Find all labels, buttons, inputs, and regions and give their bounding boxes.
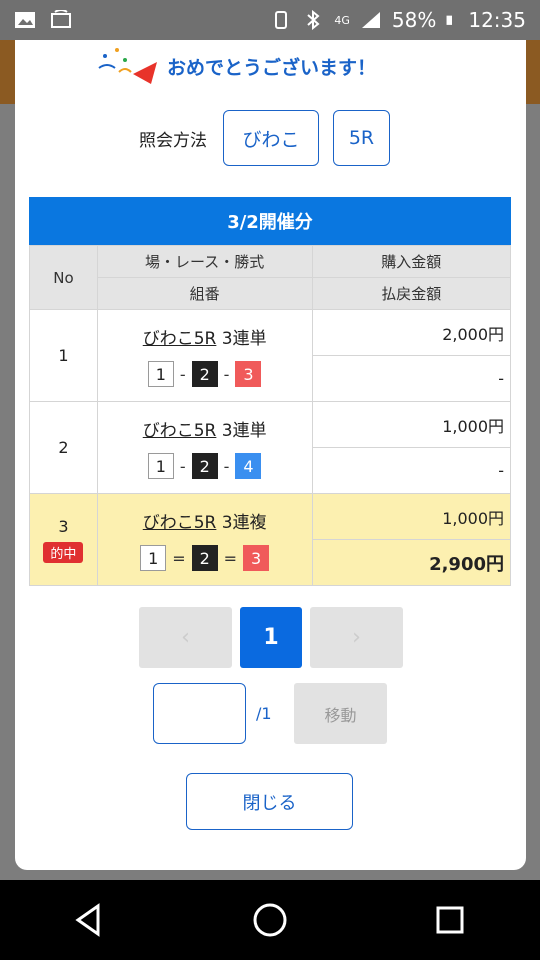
bluetooth-icon [307, 10, 320, 30]
status-bar: 4G 58% 12:35 [0, 0, 540, 40]
buy-amount: 1,000円 [311, 401, 512, 448]
combo-num-2: 2 [191, 361, 218, 387]
network-type: 4G [334, 13, 350, 27]
query-label: 照会方法 [139, 130, 207, 151]
cast-icon [51, 10, 71, 28]
bet-type: 3連単 [221, 329, 267, 349]
buy-amount: 2,000円 [311, 309, 512, 356]
race-link[interactable]: びわこ5R [143, 513, 217, 533]
combo-separator: = [223, 548, 238, 568]
row-race-cell: びわこ5R 3連複 1 = 2 = 3 [96, 493, 313, 586]
table-row: 2 びわこ5R 3連単 1 - 2 - 4 1,000円 [29, 401, 512, 494]
combo-numbers: 1 = 2 = 3 [98, 545, 312, 571]
page-jump: /1 移動 [153, 683, 387, 744]
page-number-input[interactable] [153, 683, 246, 744]
race-link[interactable]: びわこ5R [143, 421, 217, 441]
row-race-cell: びわこ5R 3連単 1 - 2 - 3 [96, 309, 313, 402]
next-page-button[interactable]: › [310, 607, 403, 668]
header-payout: 払戻金額 [311, 277, 512, 310]
signal-icon [361, 12, 380, 28]
race-link[interactable]: びわこ5R [143, 329, 217, 349]
clock: 12:35 [468, 8, 526, 32]
combo-num-2: 2 [191, 453, 218, 479]
battery-icon [446, 15, 453, 25]
back-icon[interactable] [70, 900, 110, 940]
header-combo: 組番 [96, 277, 313, 310]
combo-separator: - [179, 364, 186, 384]
combo-separator: - [179, 456, 186, 476]
home-icon[interactable] [250, 900, 290, 940]
combo-num-2: 2 [191, 545, 218, 571]
hit-badge: 的中 [43, 541, 84, 563]
pagination: ‹ 1 › [139, 607, 403, 668]
results-table: No 場・レース・勝式 購入金額 組番 払戻金額 1 びわこ5R 3連単 1 -… [29, 245, 512, 586]
current-page-button[interactable]: 1 [240, 607, 302, 668]
combo-num-1: 1 [147, 453, 174, 479]
result-modal: おめでとうございます！ 照会方法 びわこ 5R 3/2開催分 No 場・レース・… [15, 40, 526, 870]
row-no-cell: 3 的中 [29, 493, 98, 586]
table-row: 1 びわこ5R 3連単 1 - 2 - 3 2,000円 [29, 309, 512, 402]
combo-separator: = [172, 548, 186, 568]
payout-amount: 2,900円 [311, 539, 512, 586]
party-popper-icon [98, 48, 157, 84]
page-total: /1 [256, 704, 272, 723]
header-buy: 購入金額 [311, 245, 512, 278]
congrats-text: おめでとうございます！ [167, 56, 377, 79]
combo-numbers: 1 - 2 - 4 [98, 453, 312, 479]
navigation-bar [0, 880, 540, 960]
row-race-cell: びわこ5R 3連単 1 - 2 - 4 [96, 401, 313, 494]
buy-amount: 1,000円 [311, 493, 512, 540]
combo-separator: - [223, 364, 230, 384]
congrats-banner: おめでとうございます！ [95, 44, 455, 88]
close-button[interactable]: 閉じる [186, 773, 353, 830]
image-icon [15, 12, 35, 28]
recents-icon[interactable] [430, 900, 470, 940]
prev-page-button[interactable]: ‹ [139, 607, 232, 668]
payout-amount: - [311, 447, 512, 494]
combo-num-1: 1 [140, 545, 167, 571]
table-row-hit: 3 的中 びわこ5R 3連複 1 = 2 = 3 1,000円 [29, 493, 512, 586]
header-no: No [29, 245, 98, 310]
jump-button[interactable]: 移動 [294, 683, 387, 744]
bet-type: 3連複 [221, 513, 267, 533]
query-race-button[interactable]: 5R [333, 110, 390, 166]
combo-num-1: 1 [147, 361, 174, 387]
combo-separator: - [223, 456, 230, 476]
date-header: 3/2開催分 [29, 197, 511, 245]
combo-num-3: 3 [243, 545, 270, 571]
combo-numbers: 1 - 2 - 3 [98, 361, 312, 387]
query-row: 照会方法 びわこ 5R [139, 110, 390, 166]
bet-type: 3連単 [221, 421, 267, 441]
query-place-button[interactable]: びわこ [223, 110, 319, 166]
row-no: 3 [58, 516, 69, 536]
row-no: 2 [29, 401, 98, 494]
combo-num-3: 4 [235, 453, 262, 479]
battery-percent: 58% [391, 8, 437, 32]
row-no: 1 [29, 309, 98, 402]
payout-amount: - [311, 355, 512, 402]
combo-num-3: 3 [235, 361, 262, 387]
nfc-icon [275, 11, 288, 29]
header-race: 場・レース・勝式 [96, 245, 313, 278]
